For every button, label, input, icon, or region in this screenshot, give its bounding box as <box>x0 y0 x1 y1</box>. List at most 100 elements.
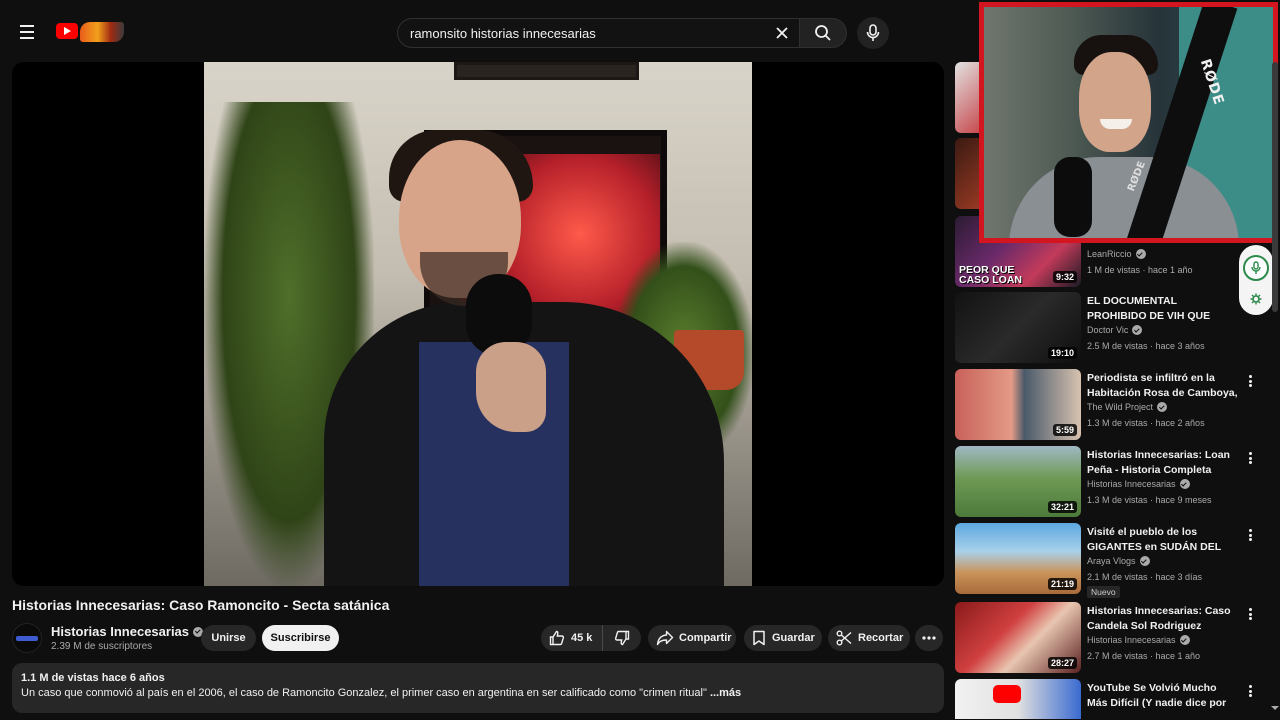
more-horizontal-icon <box>922 636 936 640</box>
rec-channel[interactable]: The Wild Project <box>1087 402 1153 412</box>
rec-meta: 2.7 M de vistas · hace 1 año <box>1087 651 1201 661</box>
share-button[interactable]: Compartir <box>648 625 736 651</box>
like-button[interactable]: 45 k <box>541 625 603 651</box>
dislike-button[interactable] <box>603 625 641 651</box>
rec-title[interactable]: Periodista se infiltró en la Habitación … <box>1087 371 1239 401</box>
doodle-logo-icon <box>80 22 124 42</box>
more-vertical-icon[interactable] <box>1244 450 1256 466</box>
rec-meta: 2.5 M de vistas · hace 3 años <box>1087 341 1205 351</box>
rec-channel[interactable]: Historias Innecesarias <box>1087 479 1176 489</box>
search-button[interactable] <box>799 18 847 48</box>
bookmark-icon <box>753 630 765 646</box>
search-input[interactable] <box>410 25 765 41</box>
more-vertical-icon[interactable] <box>1244 606 1256 622</box>
rec-channel-row[interactable]: Doctor Vic <box>1087 325 1143 335</box>
video-duration: 28:27 <box>1047 657 1077 669</box>
clip-button[interactable]: Recortar <box>828 625 910 651</box>
gear-icon[interactable] <box>1250 293 1262 305</box>
verified-badge-icon <box>1132 325 1143 335</box>
rec-meta: 1.3 M de vistas · hace 2 años <box>1087 418 1205 428</box>
description-body: Un caso que conmovió al país en el 2006,… <box>21 687 707 699</box>
rec-channel[interactable]: LeanRiccio <box>1087 249 1132 259</box>
thumbs-up-icon <box>549 630 565 646</box>
video-duration: 32:21 <box>1047 501 1077 513</box>
list-item[interactable]: 32:21 Historias Innecesarias: Loan Peña … <box>955 446 1255 518</box>
youtube-play-icon <box>56 23 78 39</box>
rec-channel-row[interactable]: LeanRiccio <box>1087 249 1146 259</box>
rec-title[interactable]: Historias Innecesarias: Caso Candela Sol… <box>1087 604 1239 634</box>
list-item[interactable]: 5:59 Periodista se infiltró en la Habita… <box>955 369 1255 441</box>
rec-title[interactable]: YouTube Se Volvió Mucho Más Difícil (Y n… <box>1087 681 1239 711</box>
video-duration: 21:19 <box>1047 578 1077 590</box>
clip-label: Recortar <box>858 632 904 644</box>
save-button[interactable]: Guardar <box>744 625 822 651</box>
save-label: Guardar <box>772 632 815 644</box>
like-dislike-group: 45 k <box>541 625 641 651</box>
list-item[interactable]: 21:19 Visité el pueblo de los GIGANTES e… <box>955 523 1256 598</box>
list-item[interactable]: YouTube Se Volvió Mucho Más Difícil (Y n… <box>955 679 1255 719</box>
rec-channel-row[interactable]: Historias Innecesarias <box>1087 479 1190 489</box>
like-count: 45 k <box>571 632 593 644</box>
search-bar <box>397 18 799 48</box>
channel-name-row[interactable]: Historias Innecesarias <box>51 624 204 639</box>
rec-channel[interactable]: Historias Innecesarias <box>1087 635 1176 645</box>
video-duration: 19:10 <box>1047 347 1077 359</box>
subscriber-count: 2.39 M de suscriptores <box>51 641 153 652</box>
youtube-play-icon <box>993 685 1021 703</box>
microphone-icon[interactable] <box>1243 255 1269 281</box>
share-label: Compartir <box>679 632 732 644</box>
new-badge: Nuevo <box>1087 586 1120 598</box>
video-thumbnail[interactable]: 5:59 <box>955 369 1081 440</box>
rec-channel-row[interactable]: The Wild Project <box>1087 402 1168 412</box>
rec-meta: 1 M de vistas · hace 1 año <box>1087 265 1193 275</box>
channel-name[interactable]: Historias Innecesarias <box>51 624 189 639</box>
rec-channel-row[interactable]: Historias Innecesarias <box>1087 635 1190 645</box>
description-text: Un caso que conmovió al país en el 2006,… <box>21 687 935 699</box>
rec-channel[interactable]: Doctor Vic <box>1087 325 1128 335</box>
voice-search-button[interactable] <box>857 17 889 49</box>
video-duration: 9:32 <box>1052 271 1077 283</box>
microphone-icon <box>866 24 880 41</box>
video-title: Historias Innecesarias: Caso Ramoncito -… <box>12 597 390 613</box>
video-frame <box>204 62 752 586</box>
video-thumbnail[interactable]: 21:19 <box>955 523 1081 594</box>
video-player[interactable] <box>12 62 944 586</box>
rec-title[interactable]: Visité el pueblo de los GIGANTES en SUDÁ… <box>1087 525 1239 555</box>
verified-badge-icon <box>1157 402 1168 412</box>
more-actions-button[interactable] <box>915 625 943 651</box>
more-vertical-icon[interactable] <box>1244 683 1255 699</box>
scissors-icon <box>836 630 852 646</box>
hamburger-menu-icon[interactable] <box>14 20 40 44</box>
video-duration: 5:59 <box>1052 424 1077 436</box>
list-item[interactable]: 28:27 Historias Innecesarias: Caso Cande… <box>955 602 1255 674</box>
youtube-logo[interactable] <box>56 20 126 44</box>
clear-search-icon[interactable] <box>765 19 799 47</box>
rec-title[interactable]: EL DOCUMENTAL PROHIBIDO DE VIH QUE ATERR… <box>1087 294 1239 324</box>
rec-meta: 1.3 M de vistas · hace 9 meses <box>1087 495 1212 505</box>
more-vertical-icon[interactable] <box>1244 373 1256 389</box>
rec-title[interactable]: Historias Innecesarias: Loan Peña - Hist… <box>1087 448 1239 478</box>
rec-meta: 2.1 M de vistas · hace 3 días <box>1087 572 1203 582</box>
list-item[interactable]: 19:10 EL DOCUMENTAL PROHIBIDO DE VIH QUE… <box>955 292 1255 364</box>
thumbnail-caption: PEOR QUE CASO LOAN <box>959 264 1022 286</box>
floating-voice-widget[interactable] <box>1239 245 1273 315</box>
more-vertical-icon[interactable] <box>1244 527 1256 543</box>
search-icon <box>815 25 831 41</box>
video-thumbnail[interactable]: 19:10 <box>955 292 1081 363</box>
video-thumbnail[interactable] <box>955 679 1081 719</box>
description-box[interactable]: 1.1 M de vistas hace 6 años Un caso que … <box>12 663 944 713</box>
join-button[interactable]: Unirse <box>201 625 256 651</box>
rec-channel[interactable]: Araya Vlogs <box>1087 556 1136 566</box>
verified-badge-icon <box>1179 479 1190 489</box>
scroll-down-arrow-icon[interactable] <box>1270 700 1280 710</box>
verified-badge-icon <box>1135 249 1146 259</box>
subscribe-button[interactable]: Suscribirse <box>262 625 339 651</box>
video-thumbnail[interactable]: 32:21 <box>955 446 1081 517</box>
verified-badge-icon <box>1139 556 1150 566</box>
channel-avatar[interactable] <box>12 623 42 653</box>
rec-channel-row[interactable]: Araya Vlogs <box>1087 556 1150 566</box>
video-thumbnail[interactable]: 28:27 <box>955 602 1081 673</box>
scrollbar[interactable] <box>1272 62 1278 312</box>
verified-badge-icon <box>1179 635 1190 645</box>
show-more-link[interactable]: ...más <box>707 687 741 699</box>
